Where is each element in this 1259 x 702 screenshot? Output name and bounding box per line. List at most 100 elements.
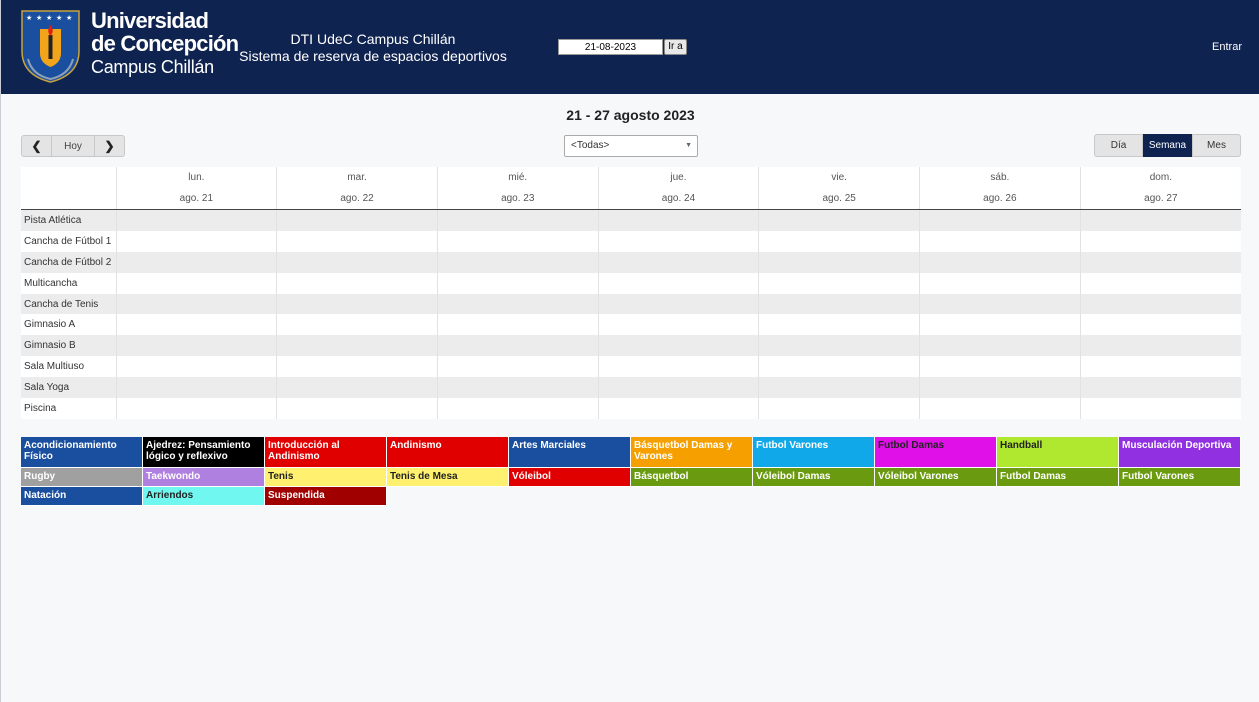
schedule-slot[interactable] [115,251,277,273]
schedule-slot[interactable] [919,272,1081,294]
schedule-slot[interactable] [276,356,438,378]
schedule-slot[interactable] [597,335,759,357]
schedule-slot[interactable] [919,335,1081,357]
schedule-slot[interactable] [1079,398,1241,419]
day-name-sun: dom. [1079,167,1241,188]
schedule-slot[interactable] [115,230,277,252]
schedule-slot[interactable] [758,251,920,273]
schedule-slot[interactable] [436,209,599,231]
schedule-slot[interactable] [919,398,1081,419]
schedule-slot[interactable] [276,209,438,231]
schedule-slot[interactable] [919,356,1081,378]
schedule-slot[interactable] [276,377,438,399]
day-name-tue: mar. [276,167,438,188]
schedule-slot[interactable] [276,398,438,419]
schedule-slot[interactable] [597,293,759,315]
schedule-slot[interactable] [758,293,920,315]
schedule-slot[interactable] [597,314,759,336]
schedule-slot[interactable] [758,377,920,399]
schedule-slot[interactable] [276,272,438,294]
schedule-slot[interactable] [115,272,277,294]
schedule-slot[interactable] [919,230,1081,252]
schedule-slot[interactable] [597,209,759,231]
day-date-wed: ago. 23 [436,188,599,210]
week-view-button[interactable]: Semana [1143,134,1192,157]
legend-item: Vóleibol Damas [753,468,875,487]
resource-label: Cancha de Fútbol 1 [21,230,116,252]
facility-filter-select[interactable]: <Todas> ▼ [564,135,698,157]
schedule-slot[interactable] [115,314,277,336]
next-week-button[interactable]: ❯ [94,135,125,157]
schedule-slot[interactable] [436,293,599,315]
schedule-slot[interactable] [597,377,759,399]
schedule-slot[interactable] [436,398,599,419]
schedule-slot[interactable] [758,209,920,231]
schedule-slot[interactable] [919,209,1081,231]
resource-row: Cancha de Tenis [21,293,1241,315]
resource-label: Gimnasio A [21,314,116,336]
schedule-slot[interactable] [115,356,277,378]
svg-text:★: ★ [66,14,72,22]
legend-item: Futbol Damas [875,437,997,468]
schedule-slot[interactable] [436,356,599,378]
schedule-slot[interactable] [758,314,920,336]
schedule-slot[interactable] [115,377,277,399]
schedule-slot[interactable] [276,314,438,336]
schedule-slot[interactable] [919,251,1081,273]
schedule-slot[interactable] [597,356,759,378]
month-view-button[interactable]: Mes [1192,134,1241,157]
schedule-slot[interactable] [276,335,438,357]
schedule-slot[interactable] [1079,230,1241,252]
schedule-slot[interactable] [597,398,759,419]
schedule-slot[interactable] [597,230,759,252]
schedule-slot[interactable] [436,272,599,294]
resource-label: Gimnasio B [21,335,116,357]
schedule-slot[interactable] [276,230,438,252]
calendar-nav: ❮ Hoy ❯ [21,135,125,157]
schedule-slot[interactable] [919,314,1081,336]
schedule-slot[interactable] [597,251,759,273]
schedule-slot[interactable] [919,377,1081,399]
schedule-slot[interactable] [758,272,920,294]
resource-label: Multicancha [21,272,116,294]
schedule-slot[interactable] [1079,293,1241,315]
prev-week-button[interactable]: ❮ [21,135,52,157]
schedule-slot[interactable] [1079,314,1241,336]
schedule-slot[interactable] [1079,356,1241,378]
schedule-slot[interactable] [115,335,277,357]
schedule-slot[interactable] [276,251,438,273]
svg-text:★: ★ [36,14,42,22]
schedule-slot[interactable] [436,314,599,336]
legend-item: Futbol Varones [753,437,875,468]
schedule-slot[interactable] [436,335,599,357]
schedule-slot[interactable] [1079,209,1241,231]
day-name-thu: jue. [597,167,759,188]
schedule-slot[interactable] [758,356,920,378]
schedule-slot[interactable] [597,272,759,294]
schedule-slot[interactable] [115,209,277,231]
schedule-slot[interactable] [436,377,599,399]
schedule-slot[interactable] [115,398,277,419]
schedule-slot[interactable] [758,398,920,419]
legend-item: Ajedrez: Pensamiento lógico y reflexivo [143,437,265,468]
schedule-slot[interactable] [1079,251,1241,273]
system-title-line1: DTI UdeC Campus Chillán [290,31,456,47]
legend-item: Básquetbol [631,468,753,487]
today-button[interactable]: Hoy [52,135,94,157]
login-link[interactable]: Entrar [1212,41,1242,53]
schedule-slot[interactable] [1079,272,1241,294]
go-to-date-button[interactable]: Ir a [664,39,687,55]
schedule-slot[interactable] [1079,377,1241,399]
date-range-title: 21 - 27 agosto 2023 [566,107,695,123]
app-header: ★ ★ ★ ★ ★ Universidad de Concepción Campus C… [1,0,1259,94]
schedule-slot[interactable] [115,293,277,315]
date-input[interactable]: 21-08-2023 [558,39,663,55]
schedule-slot[interactable] [758,335,920,357]
schedule-slot[interactable] [758,230,920,252]
schedule-slot[interactable] [276,293,438,315]
day-view-button[interactable]: Día [1094,134,1143,157]
schedule-slot[interactable] [919,293,1081,315]
schedule-slot[interactable] [1079,335,1241,357]
schedule-slot[interactable] [436,230,599,252]
schedule-slot[interactable] [436,251,599,273]
